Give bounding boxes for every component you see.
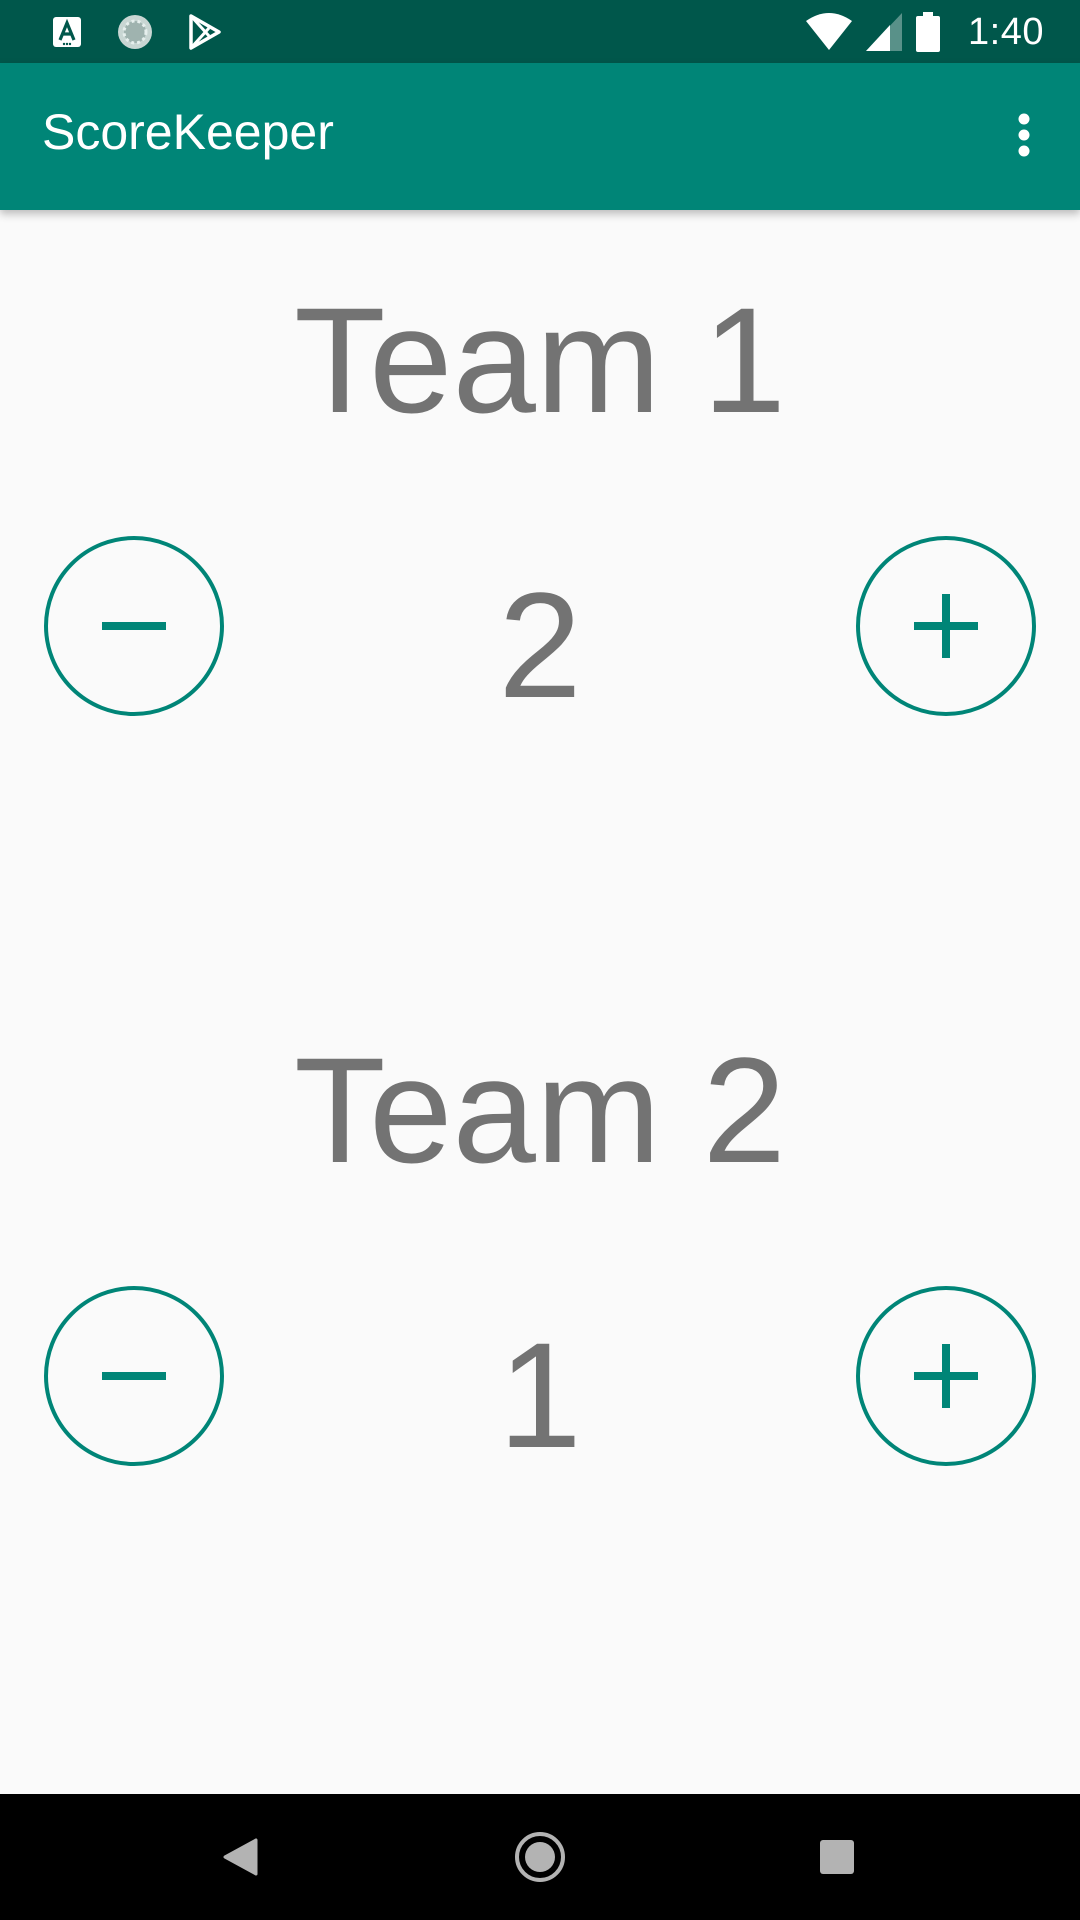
home-icon	[515, 1832, 565, 1882]
team-1-decrease-button[interactable]	[44, 536, 224, 716]
team-1-increase-button[interactable]	[856, 536, 1036, 716]
recents-button[interactable]	[797, 1817, 877, 1897]
minus-icon	[102, 622, 166, 630]
navigation-bar	[0, 1794, 1080, 1920]
team-1-name: Team 1	[294, 276, 786, 444]
team-2-increase-button[interactable]	[856, 1286, 1036, 1466]
team-1-score: 2	[498, 561, 582, 729]
notification-icons	[52, 12, 222, 52]
recents-icon	[820, 1840, 854, 1874]
team-2-name: Team 2	[294, 1026, 786, 1194]
status-bar: 1:40	[0, 0, 1080, 63]
loading-circle-icon	[118, 15, 152, 49]
back-icon	[223, 1838, 258, 1876]
overflow-menu-button[interactable]	[974, 85, 1074, 185]
plus-icon	[914, 594, 978, 658]
cell-signal-icon	[866, 13, 903, 51]
plus-icon	[914, 1344, 978, 1408]
app-title: ScoreKeeper	[42, 104, 334, 160]
more-vert-icon	[1018, 113, 1030, 157]
system-icons: 1:40	[806, 8, 1044, 56]
home-button[interactable]	[500, 1817, 580, 1897]
battery-icon	[916, 12, 941, 52]
back-button[interactable]	[200, 1817, 280, 1897]
team-2-decrease-button[interactable]	[44, 1286, 224, 1466]
minus-icon	[102, 1372, 166, 1380]
wifi-icon	[806, 13, 853, 50]
accessibility-a-icon	[53, 17, 81, 47]
status-clock: 1:40	[968, 10, 1044, 53]
play-store-icon	[189, 14, 221, 50]
app-bar: ScoreKeeper	[0, 63, 1080, 210]
team-2-score: 1	[498, 1311, 582, 1479]
